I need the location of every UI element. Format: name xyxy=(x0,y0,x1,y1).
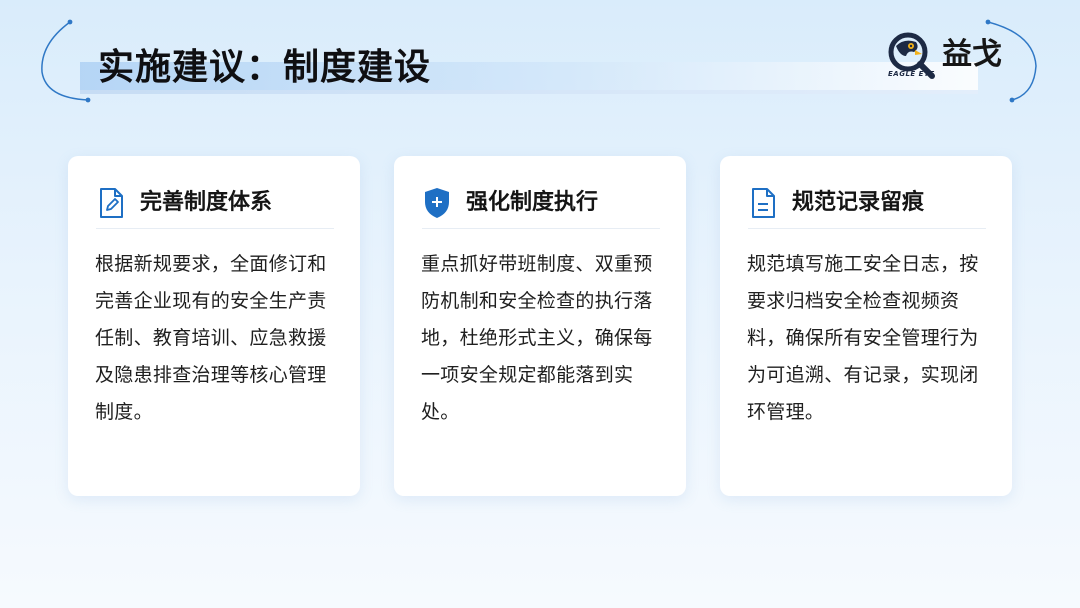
card-divider xyxy=(422,228,660,229)
card-standardize-records: 规范记录留痕 规范填写施工安全日志，按要求归档安全检查视频资料，确保所有安全管理… xyxy=(720,156,1012,496)
card-title: 强化制度执行 xyxy=(466,190,599,215)
brand-subtitle: EAGLE EYE xyxy=(888,70,935,78)
page-title: 实施建议：制度建设 xyxy=(98,47,432,88)
document-edit-icon xyxy=(100,188,123,218)
shield-plus-icon xyxy=(425,188,449,218)
brand-name: 益戈 xyxy=(942,37,1002,72)
card-title: 规范记录留痕 xyxy=(792,190,925,215)
card-header: 规范记录留痕 xyxy=(748,184,986,224)
card-divider xyxy=(748,228,986,229)
card-divider xyxy=(96,228,334,229)
card-body: 重点抓好带班制度、双重预防机制和安全检查的执行落地，杜绝形式主义，确保每一项安全… xyxy=(421,253,653,423)
card-body: 根据新规要求，全面修订和完善企业现有的安全生产责任制、教育培训、应急救援及隐患排… xyxy=(95,253,327,423)
card-title: 完善制度体系 xyxy=(140,190,273,215)
brand-logo: 益戈 EAGLE EYE xyxy=(884,30,1014,84)
card-header: 完善制度体系 xyxy=(96,184,334,224)
card-improve-system: 完善制度体系 根据新规要求，全面修订和完善企业现有的安全生产责任制、教育培训、应… xyxy=(68,156,360,496)
document-lines-icon xyxy=(752,188,775,218)
card-header: 强化制度执行 xyxy=(422,184,660,224)
card-enforce-system: 强化制度执行 重点抓好带班制度、双重预防机制和安全检查的执行落地，杜绝形式主义，… xyxy=(394,156,686,496)
card-body: 规范填写施工安全日志，按要求归档安全检查视频资料，确保所有安全管理行为为可追溯、… xyxy=(747,253,979,423)
